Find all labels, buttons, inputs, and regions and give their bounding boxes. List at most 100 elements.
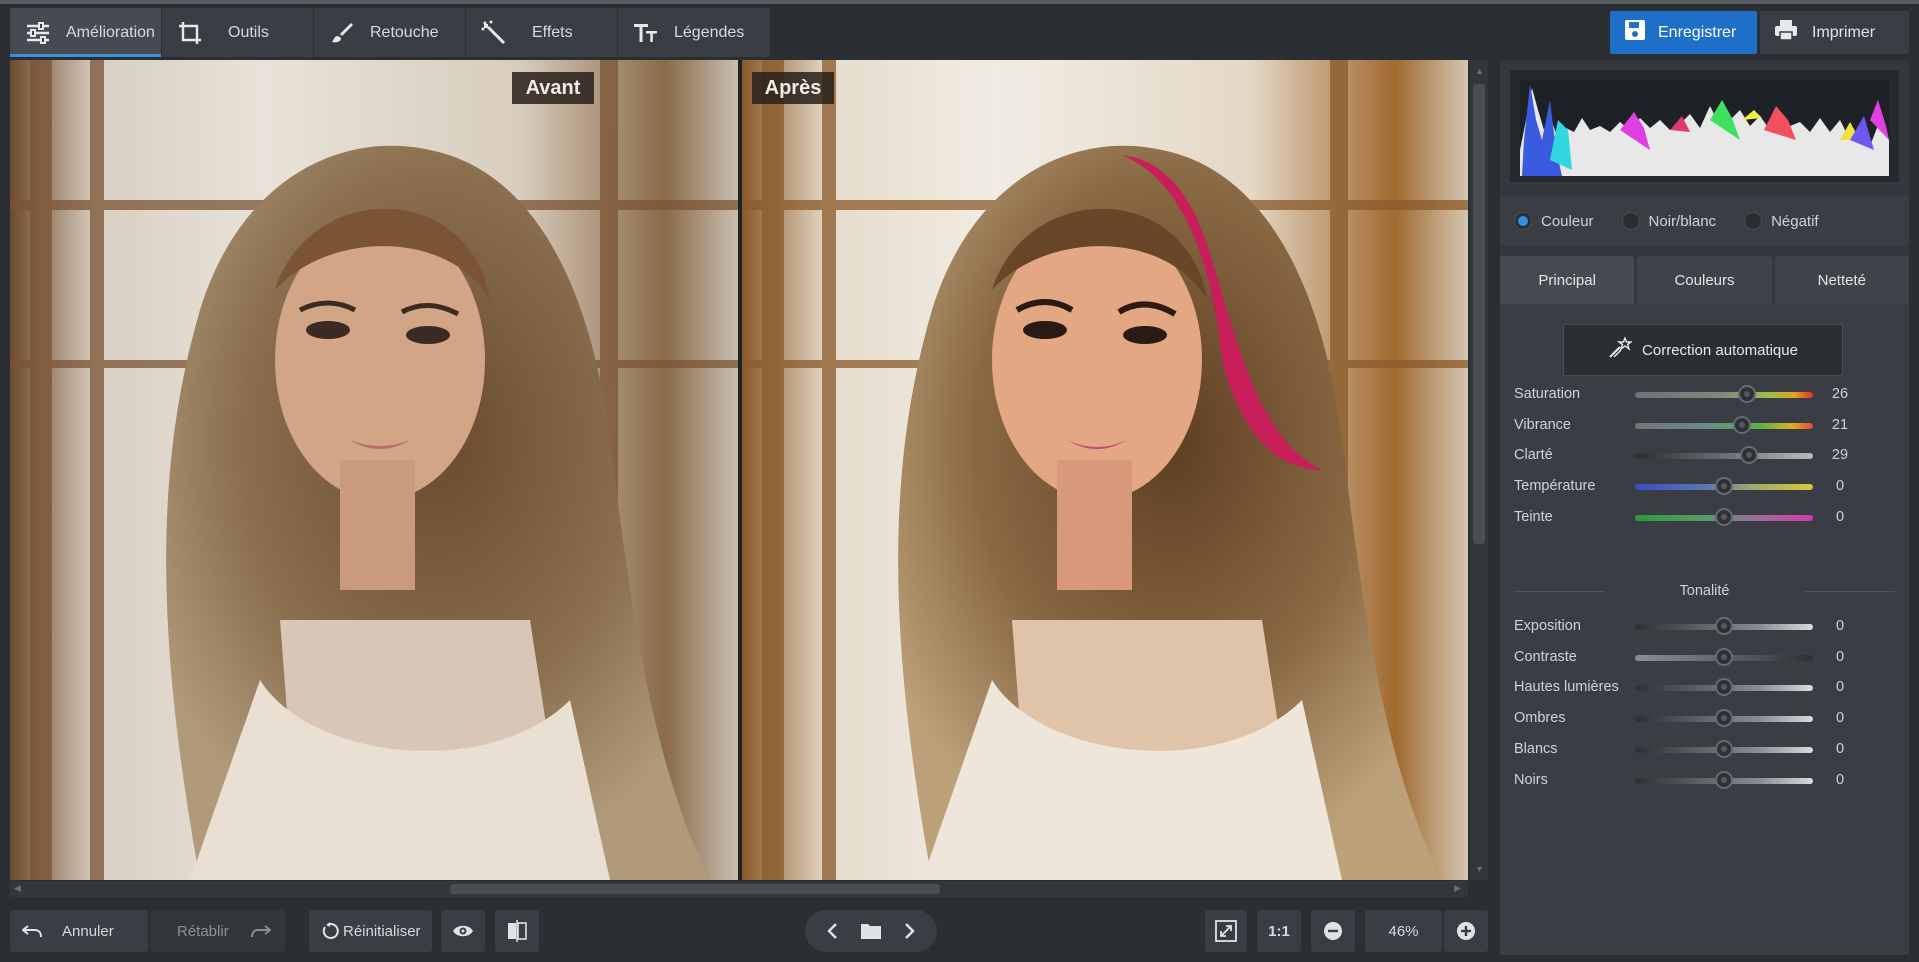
tab-label: Effets	[532, 23, 573, 41]
radio-icon	[1744, 212, 1763, 230]
horizontal-scrollbar[interactable]: ◀ ▶	[10, 881, 1468, 897]
slider-handle[interactable]	[1732, 415, 1751, 434]
slider-contraste: Contraste 0	[1500, 643, 1909, 673]
zoom-in-button[interactable]	[1444, 910, 1488, 952]
slider-track[interactable]	[1635, 392, 1813, 398]
tab-outils[interactable]: Outils	[162, 8, 314, 57]
tab-amelioration[interactable]: Amélioration	[10, 8, 162, 57]
zoom-in-icon	[1456, 921, 1476, 941]
scroll-right-icon[interactable]: ▶	[1454, 883, 1461, 894]
slider-vibrance: Vibrance 21	[1500, 411, 1909, 441]
radio-selected-icon	[1514, 212, 1532, 230]
before-label: Avant	[512, 72, 594, 104]
tab-label: Amélioration	[66, 23, 155, 41]
slider-exposition: Exposition 0	[1500, 612, 1909, 642]
slider-handle[interactable]	[1715, 709, 1733, 728]
principal-tab-content: Correction automatique Tonalité Saturati…	[1500, 304, 1909, 955]
reset-button[interactable]: Réinitialiser	[309, 910, 432, 952]
slider-handle[interactable]	[1715, 617, 1733, 635]
scroll-left-icon[interactable]: ◀	[14, 883, 21, 894]
save-label: Enregistrer	[1658, 23, 1737, 41]
slider-value: 29	[1831, 447, 1849, 464]
vertical-scroll-thumb[interactable]	[1473, 84, 1485, 544]
print-button[interactable]: Imprimer	[1760, 11, 1909, 54]
slider-température: Température 0	[1500, 472, 1909, 502]
redo-icon	[250, 924, 271, 938]
slider-handle[interactable]	[1715, 647, 1733, 666]
slider-handle[interactable]	[1739, 446, 1758, 465]
slider-handle[interactable]	[1715, 678, 1733, 697]
fit-screen-button[interactable]	[1205, 910, 1247, 952]
slider-label: Exposition	[1514, 618, 1581, 634]
crop-icon	[176, 19, 204, 47]
slider-track[interactable]	[1635, 453, 1813, 460]
undo-button[interactable]: Annuler	[10, 910, 148, 952]
slider-handle[interactable]	[1715, 739, 1733, 758]
zoom-level-field[interactable]: 46%	[1365, 910, 1442, 952]
slider-handle[interactable]	[1715, 507, 1733, 526]
reset-icon	[321, 922, 339, 940]
before-image: Avant	[10, 60, 738, 880]
save-button[interactable]: Enregistrer	[1610, 11, 1757, 54]
compare-view-button[interactable]	[495, 910, 539, 952]
mode-noir-blanc-radio[interactable]: Noir/blanc	[1621, 212, 1717, 230]
slider-label: Saturation	[1514, 386, 1581, 402]
magic-wand-icon	[480, 19, 508, 47]
auto-correct-button[interactable]: Correction automatique	[1563, 324, 1843, 376]
mode-negatif-radio[interactable]: Négatif	[1744, 212, 1819, 230]
radio-icon	[1621, 212, 1640, 230]
slider-handle[interactable]	[1715, 770, 1733, 789]
zoom-out-button[interactable]	[1311, 910, 1355, 952]
slider-value: 0	[1835, 648, 1845, 665]
split-view-icon	[507, 920, 527, 942]
tab-couleurs[interactable]: Couleurs	[1637, 256, 1772, 304]
tab-label: Retouche	[370, 23, 439, 41]
zoom-value: 46%	[1388, 922, 1419, 940]
slider-label: Hautes lumières	[1514, 679, 1619, 696]
tab-effets[interactable]: Effets	[466, 8, 618, 57]
slider-value: 0	[1835, 618, 1845, 634]
slider-value: 0	[1835, 679, 1845, 696]
slider-label: Vibrance	[1514, 416, 1571, 433]
eye-icon	[452, 924, 474, 938]
tab-legendes[interactable]: Légendes	[618, 8, 770, 57]
zoom-out-icon	[1323, 921, 1343, 941]
slider-value: 0	[1835, 740, 1845, 757]
zoom-one-to-one-button[interactable]: 1:1	[1257, 910, 1301, 952]
tonalite-section-header: Tonalité	[1514, 583, 1895, 599]
undo-label: Annuler	[62, 922, 114, 940]
histogram	[1510, 70, 1899, 182]
slider-value: 0	[1835, 478, 1845, 495]
mode-couleur-radio[interactable]: Couleur	[1514, 212, 1594, 230]
slider-track[interactable]	[1635, 422, 1813, 429]
vertical-scrollbar[interactable]: ▲ ▼	[1470, 60, 1488, 880]
after-image: Après	[742, 60, 1468, 880]
save-icon	[1624, 19, 1646, 46]
slider-label: Noirs	[1514, 771, 1548, 788]
scroll-down-icon[interactable]: ▼	[1475, 864, 1484, 874]
slider-label: Blancs	[1514, 740, 1558, 757]
folder-icon[interactable]	[860, 922, 882, 940]
adjustments-panel: Couleur Noir/blanc Négatif Principal Cou…	[1500, 60, 1909, 955]
slider-blancs: Blancs 0	[1500, 735, 1909, 765]
slider-noirs: Noirs 0	[1500, 766, 1909, 796]
tab-principal[interactable]: Principal	[1500, 256, 1635, 304]
slider-label: Contraste	[1514, 648, 1577, 665]
preview-toggle-button[interactable]	[441, 910, 485, 952]
slider-label: Teinte	[1514, 508, 1553, 525]
tab-retouche[interactable]: Retouche	[314, 8, 466, 57]
chevron-left-icon[interactable]	[826, 922, 838, 940]
tab-nettete[interactable]: Netteté	[1774, 256, 1909, 304]
slider-label: Clarté	[1514, 447, 1553, 464]
scroll-up-icon[interactable]: ▲	[1475, 66, 1484, 76]
mode-label: Négatif	[1771, 212, 1819, 230]
mode-label: Noir/blanc	[1648, 212, 1717, 230]
redo-button[interactable]: Rétablir	[150, 910, 285, 952]
slider-handle[interactable]	[1738, 385, 1757, 403]
chevron-right-icon[interactable]	[904, 922, 916, 940]
slider-value: 0	[1835, 508, 1845, 525]
tonalite-label: Tonalité	[1679, 583, 1730, 599]
slider-handle[interactable]	[1715, 477, 1733, 496]
horizontal-scroll-thumb[interactable]	[450, 884, 940, 894]
one-to-one-label: 1:1	[1268, 922, 1290, 940]
